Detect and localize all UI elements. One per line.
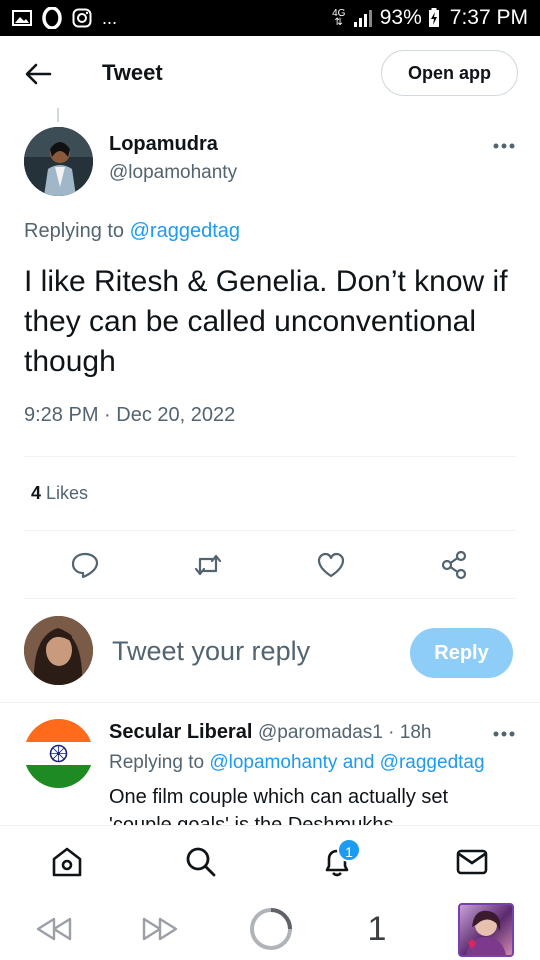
rewind-icon — [36, 917, 72, 941]
more-options-icon[interactable] — [492, 142, 516, 150]
browser-toolbar: 1 — [0, 898, 540, 960]
browser-back-button[interactable] — [32, 908, 76, 950]
notifications-badge: 1 — [337, 838, 361, 862]
mail-icon — [456, 849, 488, 875]
user-avatar[interactable] — [24, 616, 93, 685]
author-avatar-image — [24, 127, 93, 196]
reply-author-name[interactable]: Secular Liberal — [109, 721, 252, 743]
bottom-nav: 1 — [0, 825, 540, 898]
profile-thumbnail[interactable] — [458, 903, 514, 957]
reply-action[interactable] — [65, 545, 105, 585]
browser-home-button[interactable] — [246, 908, 296, 950]
reply-more-options-icon[interactable] — [492, 730, 516, 738]
opera-icon — [42, 7, 62, 29]
user-avatar-image — [24, 616, 93, 685]
nav-home[interactable] — [47, 842, 87, 882]
tab-count[interactable]: 1 — [360, 908, 394, 950]
tweet-actions — [0, 545, 540, 585]
gallery-notification-icon — [12, 10, 32, 26]
reply-replying-to: Replying to @lopamohanty and @raggedtag — [109, 752, 485, 774]
status-bar: ... 4G ⇅ 93% 7:37 PM — [0, 0, 540, 36]
home-icon — [52, 847, 82, 877]
thread-line — [57, 108, 59, 122]
browser-forward-button[interactable] — [138, 908, 182, 950]
nav-messages[interactable] — [452, 842, 492, 882]
profile-thumbnail-image — [466, 910, 506, 955]
author-name[interactable]: Lopamudra — [109, 133, 218, 156]
reply-input[interactable]: Tweet your reply — [112, 636, 310, 667]
likes-count[interactable]: 4 Likes — [31, 483, 88, 504]
likes-number: 4 — [31, 483, 42, 503]
reply-replying-prefix: Replying to — [109, 752, 205, 773]
tweet-timestamp[interactable]: 9:28 PM · Dec 20, 2022 — [24, 404, 235, 427]
open-app-button[interactable]: Open app — [381, 50, 518, 96]
divider — [24, 598, 516, 599]
reply-author-avatar[interactable] — [24, 719, 93, 788]
clock: 7:37 PM — [449, 6, 528, 29]
battery-percent: 93% — [379, 6, 422, 29]
search-icon — [186, 847, 216, 877]
replying-to-prefix: Replying to — [24, 220, 125, 242]
signal-icon — [353, 10, 372, 27]
reply-text: One film couple which can actually set '… — [109, 786, 449, 825]
more-notifications-indicator: ... — [102, 7, 118, 28]
tweet-text: I like Ritesh & Genelia. Don’t know if t… — [24, 265, 508, 378]
reply-author-line: Secular Liberal @paromadas1 · 18h — [109, 721, 431, 744]
page-title: Tweet — [102, 60, 163, 85]
share-icon — [441, 550, 467, 580]
section-divider — [0, 702, 540, 703]
retweet-icon — [194, 554, 222, 576]
reply-button[interactable]: Reply — [410, 628, 513, 678]
opera-logo-icon — [250, 908, 292, 950]
heart-icon — [317, 552, 345, 578]
author-handle[interactable]: @lopamohanty — [109, 162, 237, 184]
reply-replying-links[interactable]: @lopamohanty and @raggedtag — [209, 752, 484, 773]
likes-label: Likes — [46, 483, 89, 503]
instagram-icon — [72, 8, 92, 28]
share-action[interactable] — [434, 545, 474, 585]
like-action[interactable] — [311, 545, 351, 585]
battery-charging-icon — [428, 8, 439, 27]
divider — [24, 456, 516, 457]
tweet-header: Tweet Open app — [0, 36, 540, 112]
reply-author-handle-time[interactable]: @paromadas1 · 18h — [258, 722, 432, 743]
retweet-action[interactable] — [188, 545, 228, 585]
network-type: 4G ⇅ — [332, 8, 346, 28]
divider — [24, 530, 516, 531]
indian-flag-avatar — [24, 719, 93, 788]
fast-forward-icon — [142, 917, 178, 941]
reply-icon — [71, 552, 99, 579]
nav-explore[interactable] — [181, 842, 221, 882]
replying-to: Replying to @raggedtag — [24, 220, 240, 243]
author-avatar[interactable] — [24, 127, 93, 196]
replying-to-link[interactable]: @raggedtag — [130, 220, 240, 242]
back-arrow-icon[interactable] — [22, 58, 54, 90]
